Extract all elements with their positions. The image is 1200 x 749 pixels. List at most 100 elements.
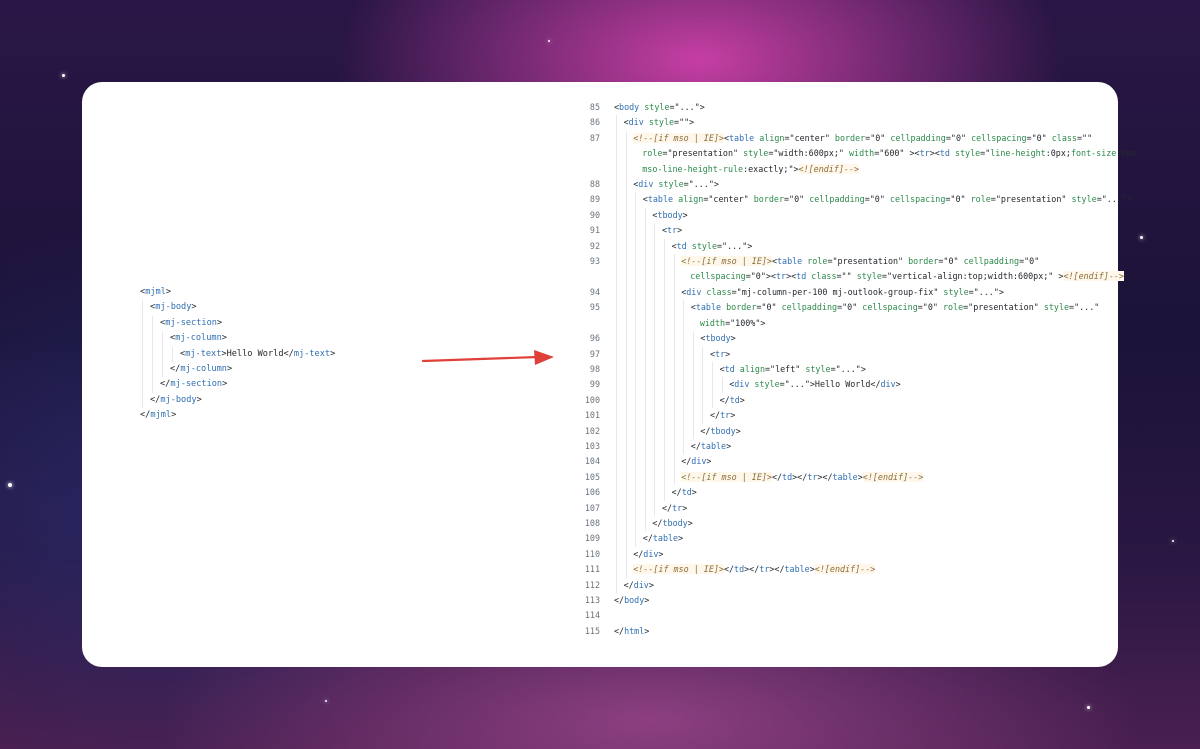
code-token: >: [691, 487, 697, 498]
attr-token: style: [658, 179, 684, 190]
indent-guide: [616, 177, 617, 193]
code-token: ="presentation": [963, 302, 1044, 313]
indent-guide: [635, 423, 637, 439]
code-token: ="0": [1019, 256, 1040, 267]
indent-guide: [644, 438, 646, 455]
code-token: >: [682, 209, 688, 220]
line-number: 104: [584, 456, 600, 467]
indent-guide: [616, 485, 617, 501]
code-line: 95 <table border="0" cellpadding="0" cell…: [572, 300, 1142, 332]
code-token: >: [330, 348, 336, 359]
indent-guide: [644, 361, 646, 378]
code-line: 92 <td style="...">: [572, 238, 1142, 255]
attr-token: border: [908, 256, 939, 267]
tag-token: mj-column: [175, 333, 222, 344]
indent-guide: [616, 515, 617, 532]
line-number: 92: [589, 240, 600, 251]
code-line: 94 <div class="mj-column-per-100 mj-outlo…: [572, 284, 1142, 301]
indent-guide: [644, 223, 646, 239]
indent-guide: [673, 331, 675, 347]
line-number: 93: [589, 256, 600, 267]
mjml-line: <mj-text>Hello World</mj-text>: [140, 347, 335, 362]
code-content: </div>: [600, 454, 711, 470]
comment-token: <![endif]-->: [814, 564, 876, 575]
attr-token: role: [807, 256, 828, 267]
indent-guide: [625, 377, 627, 393]
code-token: :exactly;">: [743, 163, 799, 174]
code-line: 91 <tr>: [572, 223, 1142, 239]
tag-token: mj-text: [185, 348, 222, 359]
line-number: 110: [584, 548, 600, 559]
tag-token: div: [633, 579, 649, 590]
tag-token: mj-column: [180, 364, 227, 375]
attr-token: width: [849, 148, 875, 159]
tag-token: td: [681, 487, 692, 498]
code-content: </body>: [600, 593, 649, 608]
attr-token: style: [644, 102, 670, 112]
code-token: ="">: [674, 117, 695, 128]
indent-guide: [644, 331, 646, 347]
mjml-line: <mj-body>: [140, 300, 335, 315]
attr-token: mso-line-height-rule: [642, 163, 744, 174]
tag-token: div: [638, 179, 654, 190]
attr-token: align: [759, 132, 785, 143]
indent-guide: [673, 361, 675, 378]
indent-guide: [616, 207, 617, 224]
indent-guide: [644, 238, 646, 255]
indent-guide: [616, 408, 617, 424]
indent-guide: [702, 392, 704, 409]
code-token: </: [623, 579, 634, 590]
tag-token: tbody: [710, 425, 736, 436]
code-token: ="0": [865, 132, 891, 143]
indent-guide: [625, 177, 627, 193]
tag-token: tbody: [662, 517, 688, 528]
indent-guide: [673, 377, 675, 393]
indent-guide: [644, 485, 646, 501]
code-row: cellspacing="0"><tr><td class="" style="…: [614, 269, 1124, 284]
code-content: </table>: [600, 531, 683, 547]
mjml-line: </mjml>: [140, 408, 335, 423]
indent-guide: [673, 284, 675, 301]
code-token: </: [160, 379, 171, 390]
indent-guide: [616, 423, 617, 439]
code-token: ="width:600px;": [768, 148, 849, 159]
code-row: </table>: [614, 439, 731, 454]
mjml-line: </mj-body>: [140, 393, 335, 408]
indent-guide: [625, 130, 627, 178]
code-token: ="center": [784, 132, 835, 143]
tag-token: div: [628, 117, 644, 128]
code-token: ="0": [917, 302, 943, 313]
star: [325, 700, 327, 702]
indent-guide: [692, 377, 694, 393]
line-number: 114: [584, 610, 600, 621]
indent-guide: [673, 438, 675, 455]
code-row: </div>: [614, 547, 663, 562]
code-token: ="0": [837, 302, 863, 313]
code-row: <!--[if mso | IE]></td></tr></table><![e…: [614, 562, 876, 577]
indent-guide: [702, 361, 704, 378]
line-number: 95: [589, 302, 600, 313]
code-token: >: [726, 440, 732, 451]
attr-token: cellspacing: [690, 271, 746, 282]
indent-guide: [654, 223, 656, 239]
code-token: ="left": [765, 363, 806, 374]
indent-guide: [625, 346, 627, 362]
indent-guide: [625, 207, 627, 224]
code-content: </td>: [600, 392, 745, 409]
code-token: ="vertical-align:top;width:600px;" >: [881, 271, 1064, 282]
code-token: ="presentation": [827, 256, 909, 267]
code-token: ="mj-column-per-100 mj-outlook-group-fix…: [731, 286, 944, 297]
tag-token: td: [939, 148, 950, 159]
indent-guide: [683, 392, 685, 409]
tag-token: div: [880, 379, 896, 390]
code-line: 89 <table align="center" border="0" cellp…: [572, 192, 1142, 208]
code-line: 100 </td>: [572, 392, 1142, 409]
code-token: >: [648, 579, 654, 590]
indent-guide: [644, 500, 646, 516]
code-token: >: [216, 317, 223, 328]
tag-token: td: [676, 240, 687, 251]
code-token: >: [221, 333, 227, 344]
code-line: 98 <td align="left" style="...">: [572, 361, 1142, 378]
comment-token: <![endif]-->: [862, 471, 924, 482]
indent-guide: [654, 284, 656, 301]
